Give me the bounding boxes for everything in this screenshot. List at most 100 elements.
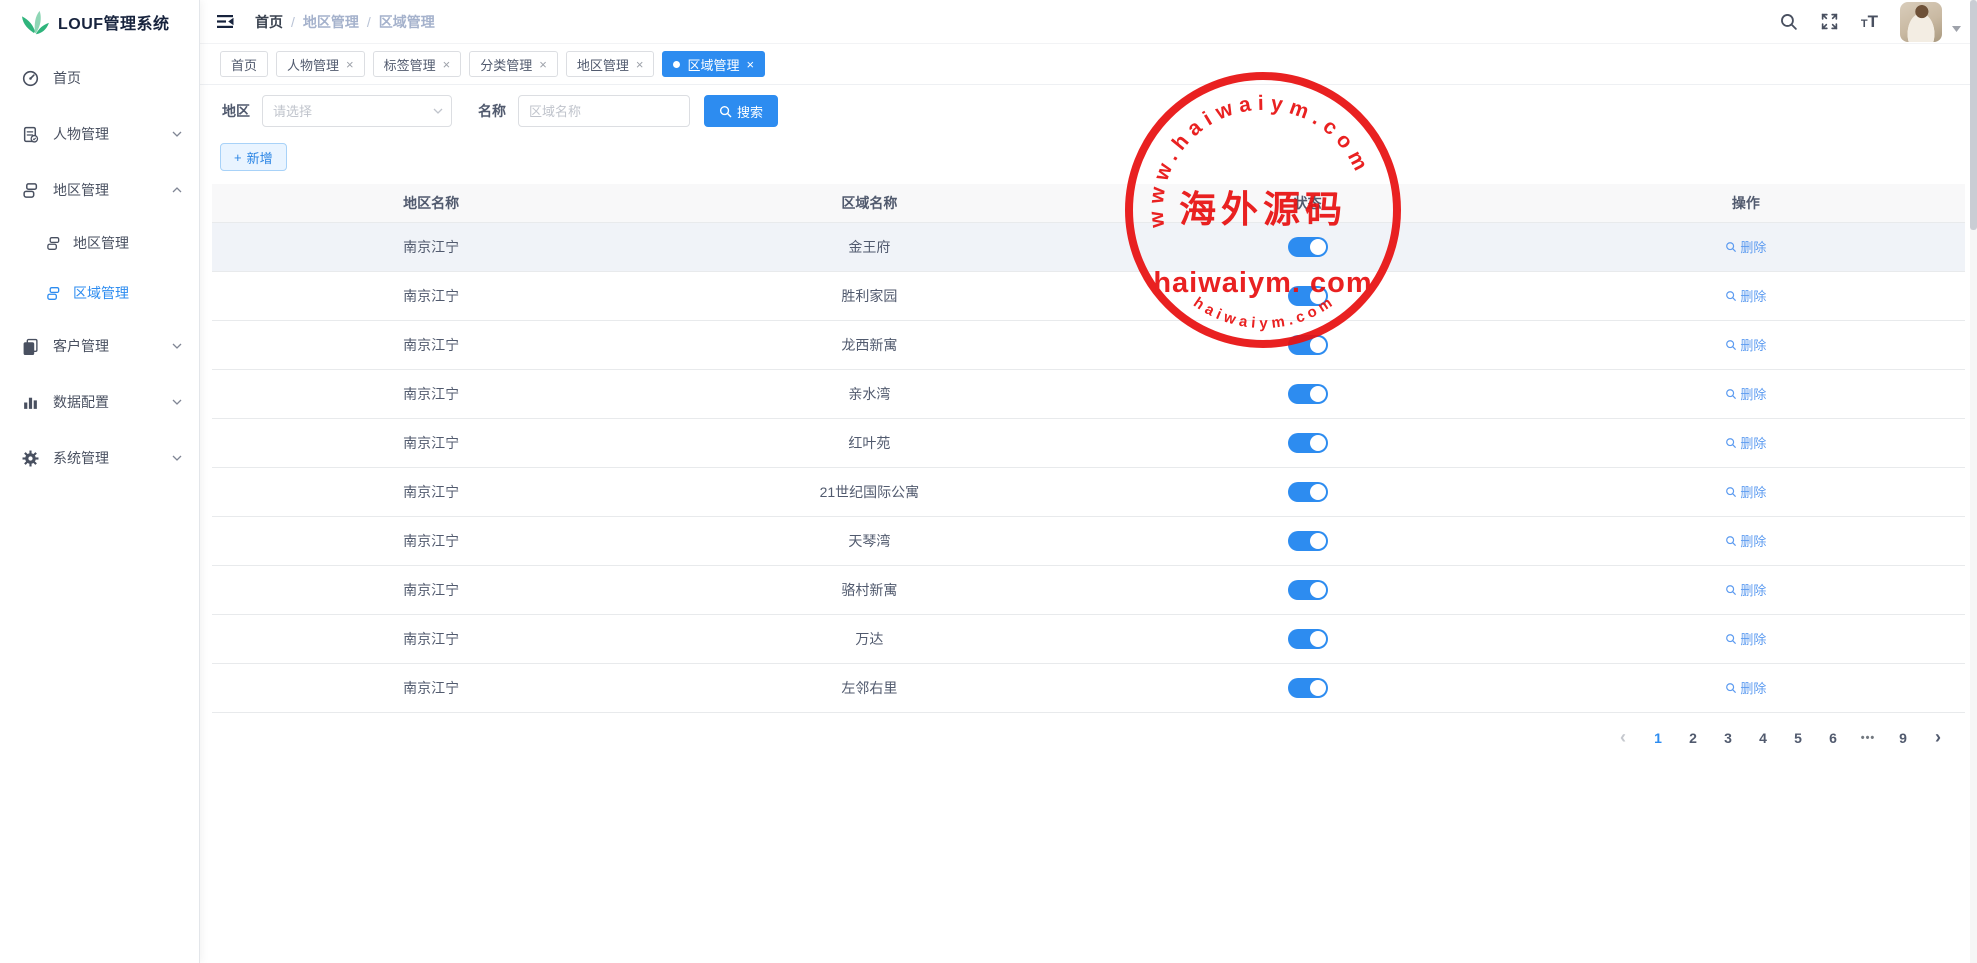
region-select-input[interactable]	[262, 95, 452, 127]
tab-label: 区域管理	[687, 55, 739, 74]
status-toggle[interactable]	[1288, 678, 1328, 698]
add-button-label: 新增	[247, 148, 273, 167]
delete-button[interactable]: 删除	[1725, 384, 1766, 403]
menu-collapse-icon[interactable]	[216, 14, 235, 29]
table-row: 南京江宁 左邻右里 删除	[212, 663, 1965, 712]
area-cell: 红叶苑	[650, 418, 1088, 467]
sidebar-item-region-mgmt[interactable]: 地区管理	[0, 162, 199, 218]
name-filter-label: 名称	[478, 101, 506, 121]
delete-button[interactable]: 删除	[1725, 482, 1766, 501]
page-ellipsis[interactable]: •••	[1855, 725, 1881, 751]
name-field[interactable]	[518, 95, 690, 127]
page-number[interactable]: 2	[1680, 725, 1706, 751]
dashboard-icon	[22, 70, 39, 87]
delete-button[interactable]: 删除	[1725, 629, 1766, 648]
tab-region-mgmt[interactable]: 地区管理 ×	[566, 51, 655, 77]
page-number[interactable]: 3	[1715, 725, 1741, 751]
delete-button[interactable]: 删除	[1725, 286, 1766, 305]
layers-icon	[22, 182, 39, 199]
tab-tag-mgmt[interactable]: 标签管理 ×	[373, 51, 462, 77]
toggle-knob	[1310, 337, 1326, 353]
delete-icon	[1725, 290, 1737, 302]
app-title: LOUF管理系统	[58, 10, 170, 34]
tab-label: 分类管理	[480, 55, 532, 74]
region-select[interactable]	[262, 95, 452, 127]
area-cell: 天琴湾	[650, 516, 1088, 565]
font-size-icon[interactable]: TT	[1861, 13, 1878, 31]
sidebar-item-system-mgmt[interactable]: 系统管理	[0, 430, 199, 486]
chevron-up-icon	[171, 184, 183, 196]
close-icon[interactable]: ×	[443, 57, 451, 72]
fullscreen-icon[interactable]	[1820, 12, 1839, 31]
sidebar-subitem-area-mgmt[interactable]: 区域管理	[0, 268, 199, 318]
sidebar-subitem-label: 区域管理	[73, 283, 129, 303]
breadcrumb-item-home[interactable]: 首页	[255, 12, 283, 32]
tab-area-mgmt[interactable]: 区域管理 ×	[662, 51, 765, 77]
status-toggle[interactable]	[1288, 335, 1328, 355]
status-toggle[interactable]	[1288, 629, 1328, 649]
region-cell: 南京江宁	[212, 369, 650, 418]
page-number[interactable]: 5	[1785, 725, 1811, 751]
delete-button[interactable]: 删除	[1725, 433, 1766, 452]
table-row: 南京江宁 万达 删除	[212, 614, 1965, 663]
table-row: 南京江宁 骆村新寓 删除	[212, 565, 1965, 614]
status-toggle[interactable]	[1288, 531, 1328, 551]
main-area: 首页 / 地区管理 / 区域管理 TT	[200, 0, 1977, 963]
scrollbar[interactable]	[1970, 0, 1977, 963]
toggle-knob	[1310, 484, 1326, 500]
sidebar-item-home[interactable]: 首页	[0, 50, 199, 106]
table-row: 南京江宁 21世纪国际公寓 删除	[212, 467, 1965, 516]
breadcrumb-item-region[interactable]: 地区管理	[303, 12, 359, 32]
area-cell: 骆村新寓	[650, 565, 1088, 614]
sidebar-item-data-config[interactable]: 数据配置	[0, 374, 199, 430]
status-toggle[interactable]	[1288, 286, 1328, 306]
close-icon[interactable]: ×	[746, 57, 754, 72]
breadcrumb-item-area[interactable]: 区域管理	[379, 12, 435, 32]
region-cell: 南京江宁	[212, 516, 650, 565]
delete-button[interactable]: 删除	[1725, 531, 1766, 550]
sidebar-item-person-mgmt[interactable]: 人物管理	[0, 106, 199, 162]
table-row: 南京江宁 胜利家园 删除	[212, 271, 1965, 320]
status-toggle[interactable]	[1288, 580, 1328, 600]
caret-down-icon[interactable]	[1952, 26, 1961, 32]
next-page-icon[interactable]: ›	[1925, 725, 1951, 751]
page-number[interactable]: 9	[1890, 725, 1916, 751]
scrollbar-thumb[interactable]	[1970, 0, 1977, 230]
delete-button[interactable]: 删除	[1725, 580, 1766, 599]
status-toggle[interactable]	[1288, 433, 1328, 453]
prev-page-icon[interactable]: ‹	[1610, 725, 1636, 751]
region-cell: 南京江宁	[212, 663, 650, 712]
tab-home[interactable]: 首页	[220, 51, 268, 77]
sidebar-menu: 首页 人物管理 地区管理	[0, 44, 199, 486]
close-icon[interactable]: ×	[346, 57, 354, 72]
delete-label: 删除	[1740, 384, 1766, 403]
delete-button[interactable]: 删除	[1725, 678, 1766, 697]
status-toggle[interactable]	[1288, 384, 1328, 404]
search-button[interactable]: 搜索	[704, 95, 778, 127]
breadcrumb-separator: /	[367, 14, 371, 30]
delete-label: 删除	[1740, 580, 1766, 599]
name-input[interactable]	[518, 95, 690, 127]
close-icon[interactable]: ×	[636, 57, 644, 72]
search-icon[interactable]	[1779, 12, 1798, 31]
toggle-knob	[1310, 533, 1326, 549]
avatar[interactable]	[1900, 2, 1942, 42]
page-number[interactable]: 6	[1820, 725, 1846, 751]
delete-button[interactable]: 删除	[1725, 335, 1766, 354]
delete-button[interactable]: 删除	[1725, 237, 1766, 256]
status-toggle[interactable]	[1288, 237, 1328, 257]
close-icon[interactable]: ×	[539, 57, 547, 72]
sidebar-subitem-region-mgmt[interactable]: 地区管理	[0, 218, 199, 268]
page-number[interactable]: 1	[1645, 725, 1671, 751]
toggle-knob	[1310, 680, 1326, 696]
chevron-down-icon	[171, 340, 183, 352]
tab-category-mgmt[interactable]: 分类管理 ×	[469, 51, 558, 77]
status-toggle[interactable]	[1288, 482, 1328, 502]
region-cell: 南京江宁	[212, 320, 650, 369]
delete-label: 删除	[1740, 237, 1766, 256]
page-number[interactable]: 4	[1750, 725, 1776, 751]
tab-person-mgmt[interactable]: 人物管理 ×	[276, 51, 365, 77]
sidebar-item-customer-mgmt[interactable]: 客户管理	[0, 318, 199, 374]
add-button[interactable]: + 新增	[220, 143, 287, 171]
layers-icon	[46, 236, 61, 251]
